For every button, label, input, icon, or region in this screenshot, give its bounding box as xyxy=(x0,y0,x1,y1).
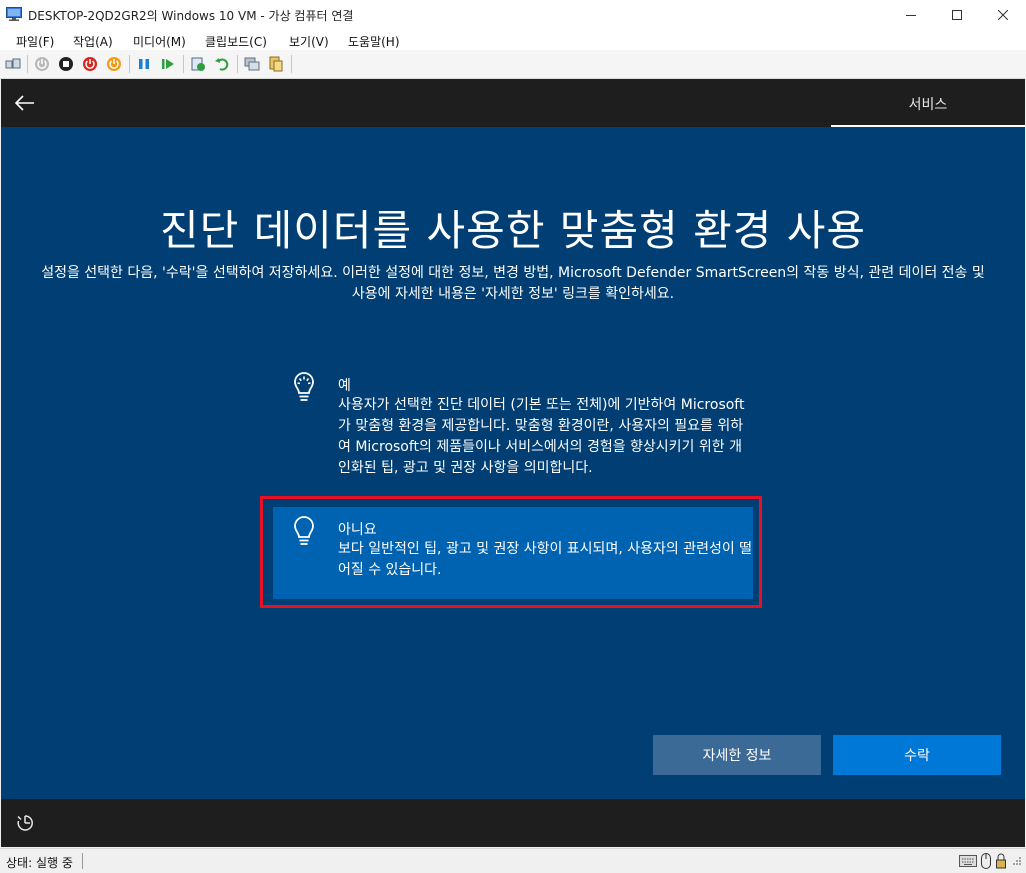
option-no-title: 아니요 xyxy=(338,522,377,538)
lightbulb-on-icon xyxy=(294,372,314,401)
pause-icon xyxy=(139,59,149,69)
menu-media[interactable]: 미디어(M) xyxy=(133,33,186,50)
share-icon xyxy=(269,56,283,72)
start-button[interactable] xyxy=(34,56,50,72)
tab-services-label: 서비스 xyxy=(908,97,948,113)
shut-down-icon xyxy=(83,57,97,71)
tab-underline xyxy=(831,125,1025,127)
tab-services: 서비스 xyxy=(831,79,1025,127)
power-button[interactable] xyxy=(106,56,122,72)
start-icon xyxy=(35,57,49,71)
ctrl-alt-del-icon xyxy=(5,58,21,69)
share-button[interactable] xyxy=(268,56,284,72)
status-bar: 상태: 실행 중 xyxy=(0,848,1026,873)
option-no-description: 보다 일반적인 팁, 광고 및 권장 사항이 표시되며, 사용자의 관련성이 떨… xyxy=(338,541,753,578)
checkpoint-icon xyxy=(191,57,205,71)
window-title: DESKTOP-2QD2GR2의 Windows 10 VM - 가상 컴퓨터 … xyxy=(28,9,354,23)
back-arrow-icon[interactable] xyxy=(13,91,37,115)
turn-off-button[interactable] xyxy=(58,56,74,72)
turn-off-icon xyxy=(59,57,73,71)
menu-help[interactable]: 도움말(H) xyxy=(348,33,400,50)
page-subtitle: 설정을 선택한 다음, '수락'을 선택하여 저장하세요. 이러한 설정에 대한… xyxy=(41,265,985,302)
option-yes-title: 예 xyxy=(338,378,351,394)
menu-file[interactable]: 파일(F) xyxy=(16,33,54,50)
option-yes-description: 사용자가 선택한 진단 데이터 (기본 또는 전체)에 기반하여 Microso… xyxy=(338,397,745,476)
status-divider xyxy=(82,853,83,869)
menu-action[interactable]: 작업(A) xyxy=(73,33,113,50)
enhanced-session-button[interactable] xyxy=(244,56,260,72)
menu-view[interactable]: 보기(V) xyxy=(289,33,329,50)
minimize-icon xyxy=(906,15,916,16)
resume-button[interactable] xyxy=(160,56,176,72)
pause-button[interactable] xyxy=(136,56,152,72)
ctrl-alt-del-button[interactable] xyxy=(5,56,21,72)
toolbar xyxy=(0,50,1026,79)
keyboard-icon xyxy=(959,853,977,869)
resize-grip-icon[interactable] xyxy=(1012,853,1022,869)
close-icon xyxy=(998,10,1008,20)
revert-icon xyxy=(215,58,229,71)
accessibility-icon[interactable] xyxy=(15,813,35,833)
option-yes[interactable]: 예 사용자가 선택한 진단 데이터 (기본 또는 전체)에 기반하여 Micro… xyxy=(273,363,753,495)
revert-button[interactable] xyxy=(214,56,230,72)
resume-icon xyxy=(162,59,174,69)
vm-screen: 서비스 진단 데이터를 사용한 맞춤형 환경 사용 설정을 선택한 다음, '수… xyxy=(1,79,1025,847)
maximize-icon xyxy=(952,10,962,20)
close-button[interactable] xyxy=(980,0,1026,30)
oobe-header: 서비스 xyxy=(1,79,1025,127)
status-text: 상태: 실행 중 xyxy=(6,856,73,870)
menu-clipboard[interactable]: 클립보드(C) xyxy=(205,33,267,50)
title-bar: DESKTOP-2QD2GR2의 Windows 10 VM - 가상 컴퓨터 … xyxy=(0,0,1026,30)
learn-more-button[interactable]: 자세한 정보 xyxy=(653,735,821,775)
shut-down-button[interactable] xyxy=(82,56,98,72)
option-no[interactable]: 아니요 보다 일반적인 팁, 광고 및 권장 사항이 표시되며, 사용자의 관련… xyxy=(273,507,753,599)
checkpoint-button[interactable] xyxy=(190,56,206,72)
enhanced-session-icon xyxy=(244,57,260,71)
lock-icon xyxy=(996,853,1006,869)
accept-button[interactable]: 수락 xyxy=(833,735,1001,775)
power-icon xyxy=(107,57,121,71)
maximize-button[interactable] xyxy=(934,0,980,30)
vm-connect-icon xyxy=(6,7,22,21)
menu-bar: 파일(F) 작업(A) 미디어(M) 클립보드(C) 보기(V) 도움말(H) xyxy=(0,30,1026,50)
mouse-icon xyxy=(981,853,991,869)
oobe-footer xyxy=(1,799,1025,847)
lightbulb-icon xyxy=(294,516,314,545)
minimize-button[interactable] xyxy=(888,0,934,30)
page-title: 진단 데이터를 사용한 맞춤형 환경 사용 xyxy=(160,206,866,255)
